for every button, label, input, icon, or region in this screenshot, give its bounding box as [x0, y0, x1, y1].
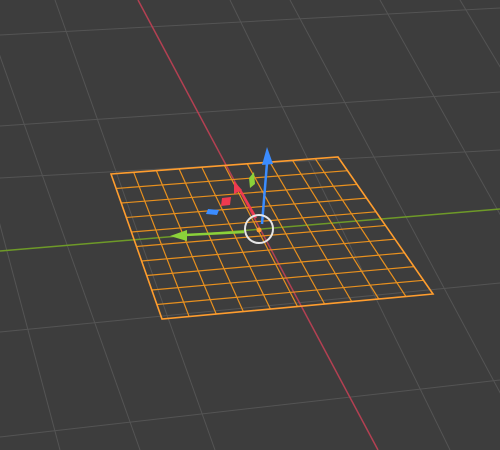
y-axis-arrow-shaft[interactable] [184, 230, 245, 237]
yz-plane-handle-icon[interactable] [221, 197, 231, 206]
plane-edge [314, 158, 407, 297]
z-axis-arrow-icon[interactable] [262, 147, 273, 165]
plane-edge [292, 160, 380, 300]
grid-line [0, 282, 500, 333]
grid-line [0, 7, 500, 36]
y-axis-arrow-icon[interactable] [170, 230, 187, 241]
x-axis-line [137, 0, 379, 450]
grid-line [54, 0, 216, 450]
grid-line [289, 0, 500, 394]
xy-plane-handle-icon[interactable] [206, 209, 219, 215]
3d-viewport[interactable] [0, 0, 500, 450]
grid-line [459, 0, 500, 68]
grid-line [0, 91, 500, 127]
grid-line [0, 379, 500, 438]
object-origin-icon [256, 227, 262, 233]
grid-line [229, 0, 451, 450]
viewport-canvas[interactable] [0, 0, 500, 450]
grid-line [0, 223, 61, 450]
x-axis-arrow-shaft[interactable] [238, 189, 258, 219]
plane-edge [146, 252, 405, 277]
grid-line [0, 54, 141, 450]
plane-edge [269, 161, 353, 302]
xz-plane-handle-icon[interactable] [249, 172, 255, 188]
floor-grid [0, 0, 500, 450]
